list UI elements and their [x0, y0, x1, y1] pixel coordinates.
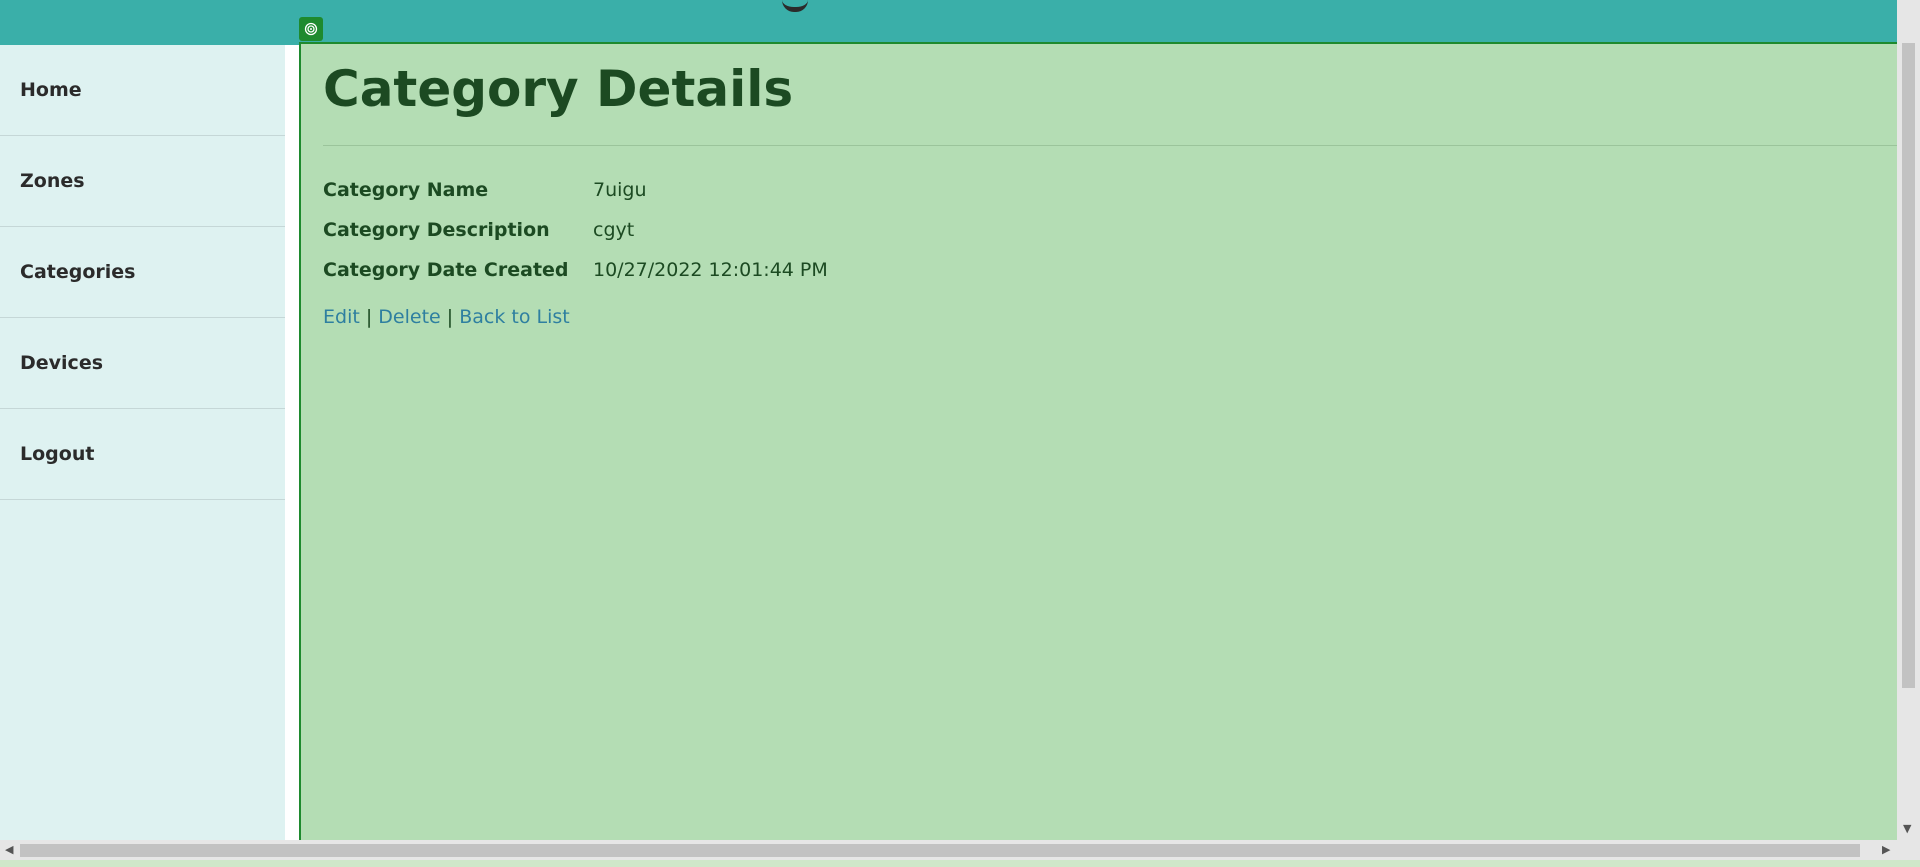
detail-value: cgyt	[593, 219, 635, 241]
sidebar-item-zones[interactable]: Zones	[0, 136, 285, 227]
edit-link[interactable]: Edit	[323, 306, 360, 328]
detail-row-description: Category Description cgyt	[323, 210, 828, 250]
link-separator: |	[446, 306, 454, 328]
main-content-highlight: Category Details Category Name 7uigu Cat…	[299, 42, 1900, 867]
chevron-down-icon[interactable]: ▼	[1903, 823, 1911, 834]
delete-link[interactable]: Delete	[378, 306, 440, 328]
sidebar-item-devices[interactable]: Devices	[0, 318, 285, 409]
scrollbar-corner	[1897, 840, 1920, 860]
horizontal-scrollbar-thumb[interactable]	[20, 844, 1860, 857]
target-icon[interactable]	[299, 17, 323, 41]
detail-value: 10/27/2022 12:01:44 PM	[593, 259, 828, 281]
page-title: Category Details	[323, 60, 794, 118]
title-divider	[323, 145, 1898, 146]
chevron-right-icon[interactable]: ▶	[1882, 843, 1890, 857]
detail-label: Category Description	[323, 219, 550, 241]
sidebar-nav: Home Zones Categories Devices Logout	[0, 45, 285, 840]
action-links: Edit | Delete | Back to List	[323, 306, 570, 328]
vertical-scrollbar[interactable]: ▼	[1897, 0, 1920, 840]
back-to-list-link[interactable]: Back to List	[459, 306, 570, 328]
top-header-bar	[0, 0, 1897, 45]
sidebar-gutter	[285, 45, 299, 840]
detail-label: Category Name	[323, 179, 489, 201]
detail-label: Category Date Created	[323, 259, 569, 281]
header-title-fragment	[782, 0, 808, 12]
taskbar-strip	[0, 860, 1920, 867]
detail-row-name: Category Name 7uigu	[323, 170, 828, 210]
sidebar-item-categories[interactable]: Categories	[0, 227, 285, 318]
sidebar-item-home[interactable]: Home	[0, 45, 285, 136]
detail-value: 7uigu	[593, 179, 647, 201]
vertical-scrollbar-thumb[interactable]	[1902, 43, 1915, 688]
link-separator: |	[365, 306, 373, 328]
detail-row-date-created: Category Date Created 10/27/2022 12:01:4…	[323, 250, 828, 290]
details-list: Category Name 7uigu Category Description…	[323, 170, 828, 290]
chevron-left-icon[interactable]: ◀	[5, 843, 13, 857]
horizontal-scrollbar[interactable]: ◀ ▶	[0, 840, 1897, 860]
sidebar-item-logout[interactable]: Logout	[0, 409, 285, 500]
